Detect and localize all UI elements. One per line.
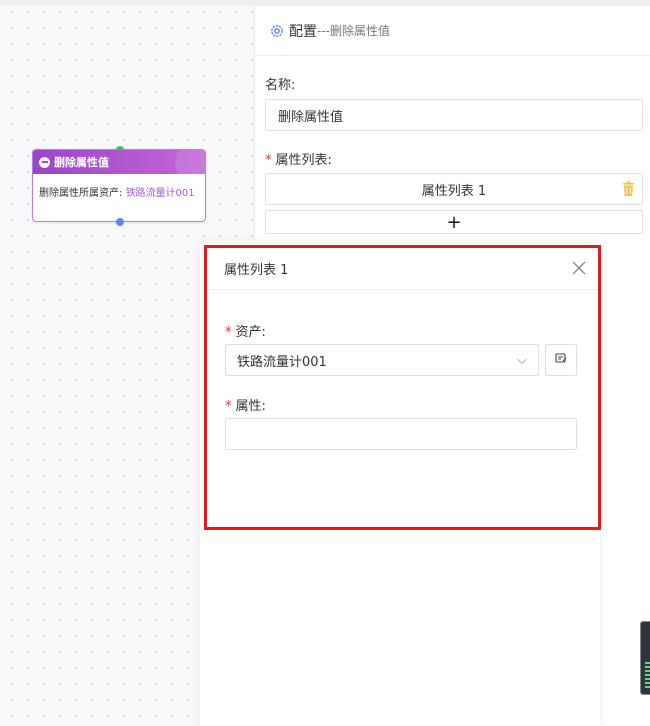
node-output-port[interactable] [116, 218, 124, 226]
name-input-value: 删除属性值 [278, 109, 344, 125]
property-label: * 属性: [225, 395, 266, 414]
property-label-text: 属性: [235, 399, 266, 414]
required-mark: * [265, 153, 272, 168]
trash-icon[interactable] [622, 181, 635, 197]
name-label: 名称: [265, 78, 296, 93]
property-list-dialog: 属性列表 1 * 资产: 铁路流量计001 * 属性: [204, 245, 601, 530]
minus-icon [39, 156, 50, 168]
dialog-header: 属性列表 1 [207, 248, 598, 290]
edit-icon [555, 352, 567, 368]
add-property-button[interactable]: + [265, 210, 643, 234]
asset-picker-button[interactable] [545, 344, 577, 376]
minimap-widget[interactable] [640, 621, 650, 695]
required-mark: * [225, 325, 232, 340]
dialog-title: 属性列表 1 [224, 263, 289, 278]
flow-node-delete-property[interactable]: 删除属性值 删除属性所属资产: 铁路流量计001 [32, 146, 206, 226]
property-list-item-label: 属性列表 1 [421, 183, 487, 199]
property-list-item[interactable]: 属性列表 1 [265, 173, 643, 205]
gear-icon [269, 23, 285, 39]
property-list-label: * 属性列表: [265, 149, 332, 168]
name-input[interactable]: 删除属性值 [265, 99, 643, 131]
property-input[interactable] [225, 418, 577, 450]
node-body-value: 铁路流量计001 [125, 188, 195, 199]
panel-subtitle: ---删除属性值 [317, 24, 390, 38]
asset-select[interactable]: 铁路流量计001 [225, 344, 539, 376]
panel-title: 配置 [289, 23, 317, 40]
panel-header: 配置 ---删除属性值 [255, 6, 650, 56]
node-body: 删除属性所属资产: 铁路流量计001 [33, 174, 205, 209]
close-icon[interactable] [572, 261, 586, 275]
asset-label-text: 资产: [235, 325, 266, 340]
required-mark: * [225, 399, 232, 414]
node-body-label: 删除属性所属资产: [39, 188, 126, 199]
node-header: 删除属性值 [33, 150, 205, 174]
node-title: 删除属性值 [54, 156, 109, 169]
chevron-down-icon [516, 355, 528, 367]
asset-label: * 资产: [225, 321, 266, 340]
property-list-label-text: 属性列表: [275, 153, 332, 168]
asset-select-value: 铁路流量计001 [237, 354, 327, 370]
